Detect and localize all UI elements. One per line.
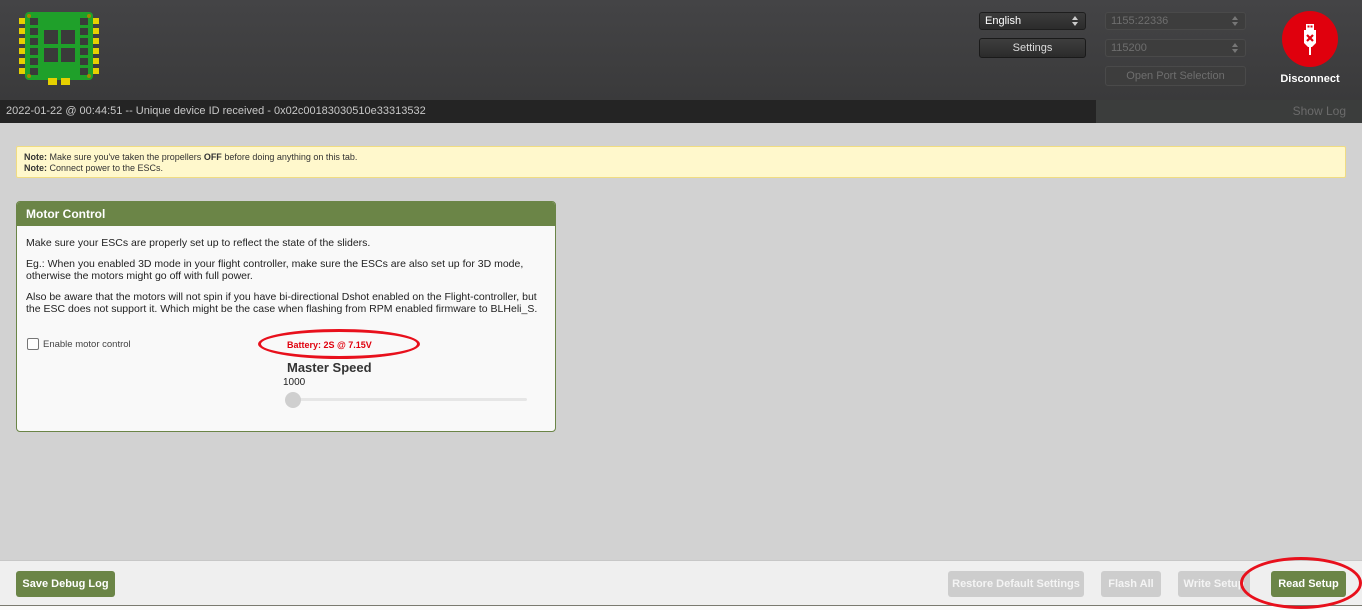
disconnect-button[interactable] bbox=[1282, 11, 1338, 67]
warning-note: Note: Make sure you've taken the propell… bbox=[16, 146, 1346, 178]
enable-motor-control-checkbox[interactable] bbox=[27, 338, 39, 350]
master-speed-slider[interactable] bbox=[287, 398, 527, 401]
footer-divider bbox=[0, 605, 1362, 610]
restore-default-settings-button[interactable]: Restore Default Settings bbox=[948, 571, 1084, 597]
battery-annotation-circle bbox=[258, 329, 420, 359]
master-speed-label: Master Speed bbox=[287, 360, 372, 375]
enable-motor-control[interactable]: Enable motor control bbox=[27, 338, 131, 350]
show-log-button[interactable]: Show Log bbox=[1096, 100, 1362, 123]
note-emphasis: OFF bbox=[203, 152, 222, 162]
baud-rate-select-value: 115200 bbox=[1111, 42, 1147, 54]
usb-disconnect-icon bbox=[1304, 24, 1316, 55]
esc-board-logo-icon bbox=[19, 12, 99, 85]
log-message: 2022-01-22 @ 00:44:51 -- Unique device I… bbox=[6, 105, 426, 117]
info-paragraph: Also be aware that the motors will not s… bbox=[26, 291, 538, 315]
flash-all-button[interactable]: Flash All bbox=[1101, 571, 1161, 597]
port-select[interactable]: 1155:22336 bbox=[1105, 12, 1246, 30]
select-arrows-icon bbox=[1232, 16, 1238, 26]
note-text: Make sure you've taken the propellers bbox=[47, 152, 204, 162]
note-line: Note: Make sure you've taken the propell… bbox=[24, 152, 1338, 163]
motor-control-panel: Motor Control Make sure your ESCs are pr… bbox=[16, 201, 556, 432]
read-setup-annotation-circle bbox=[1240, 557, 1362, 609]
open-port-selection-button[interactable]: Open Port Selection bbox=[1105, 66, 1246, 86]
info-paragraph: Eg.: When you enabled 3D mode in your fl… bbox=[26, 258, 524, 282]
top-header: English Settings 1155:22336 115200 Open … bbox=[0, 0, 1362, 100]
note-line: Note: Connect power to the ESCs. bbox=[24, 163, 1338, 174]
save-debug-log-button[interactable]: Save Debug Log bbox=[16, 571, 115, 597]
port-select-value: 1155:22336 bbox=[1111, 15, 1169, 27]
master-speed-value: 1000 bbox=[283, 377, 306, 388]
enable-motor-control-label: Enable motor control bbox=[43, 338, 131, 350]
settings-button[interactable]: Settings bbox=[979, 38, 1086, 58]
note-text: before doing anything on this tab. bbox=[221, 152, 358, 162]
note-label: Note: bbox=[24, 152, 47, 162]
disconnect-label[interactable]: Disconnect bbox=[1270, 73, 1350, 85]
footer-toolbar: Save Debug Log Restore Default Settings … bbox=[0, 560, 1362, 606]
panel-title: Motor Control bbox=[17, 202, 555, 226]
note-label: Note: bbox=[24, 163, 47, 173]
master-speed-slider-thumb[interactable] bbox=[285, 392, 301, 408]
language-select-value: English bbox=[985, 15, 1022, 27]
language-select[interactable]: English bbox=[979, 12, 1086, 30]
select-arrows-icon bbox=[1072, 16, 1078, 26]
info-paragraph: Make sure your ESCs are properly set up … bbox=[26, 237, 371, 249]
log-bar: 2022-01-22 @ 00:44:51 -- Unique device I… bbox=[0, 100, 1362, 123]
baud-rate-select[interactable]: 115200 bbox=[1105, 39, 1246, 57]
note-text: Connect power to the ESCs. bbox=[47, 163, 164, 173]
select-arrows-icon bbox=[1232, 43, 1238, 53]
